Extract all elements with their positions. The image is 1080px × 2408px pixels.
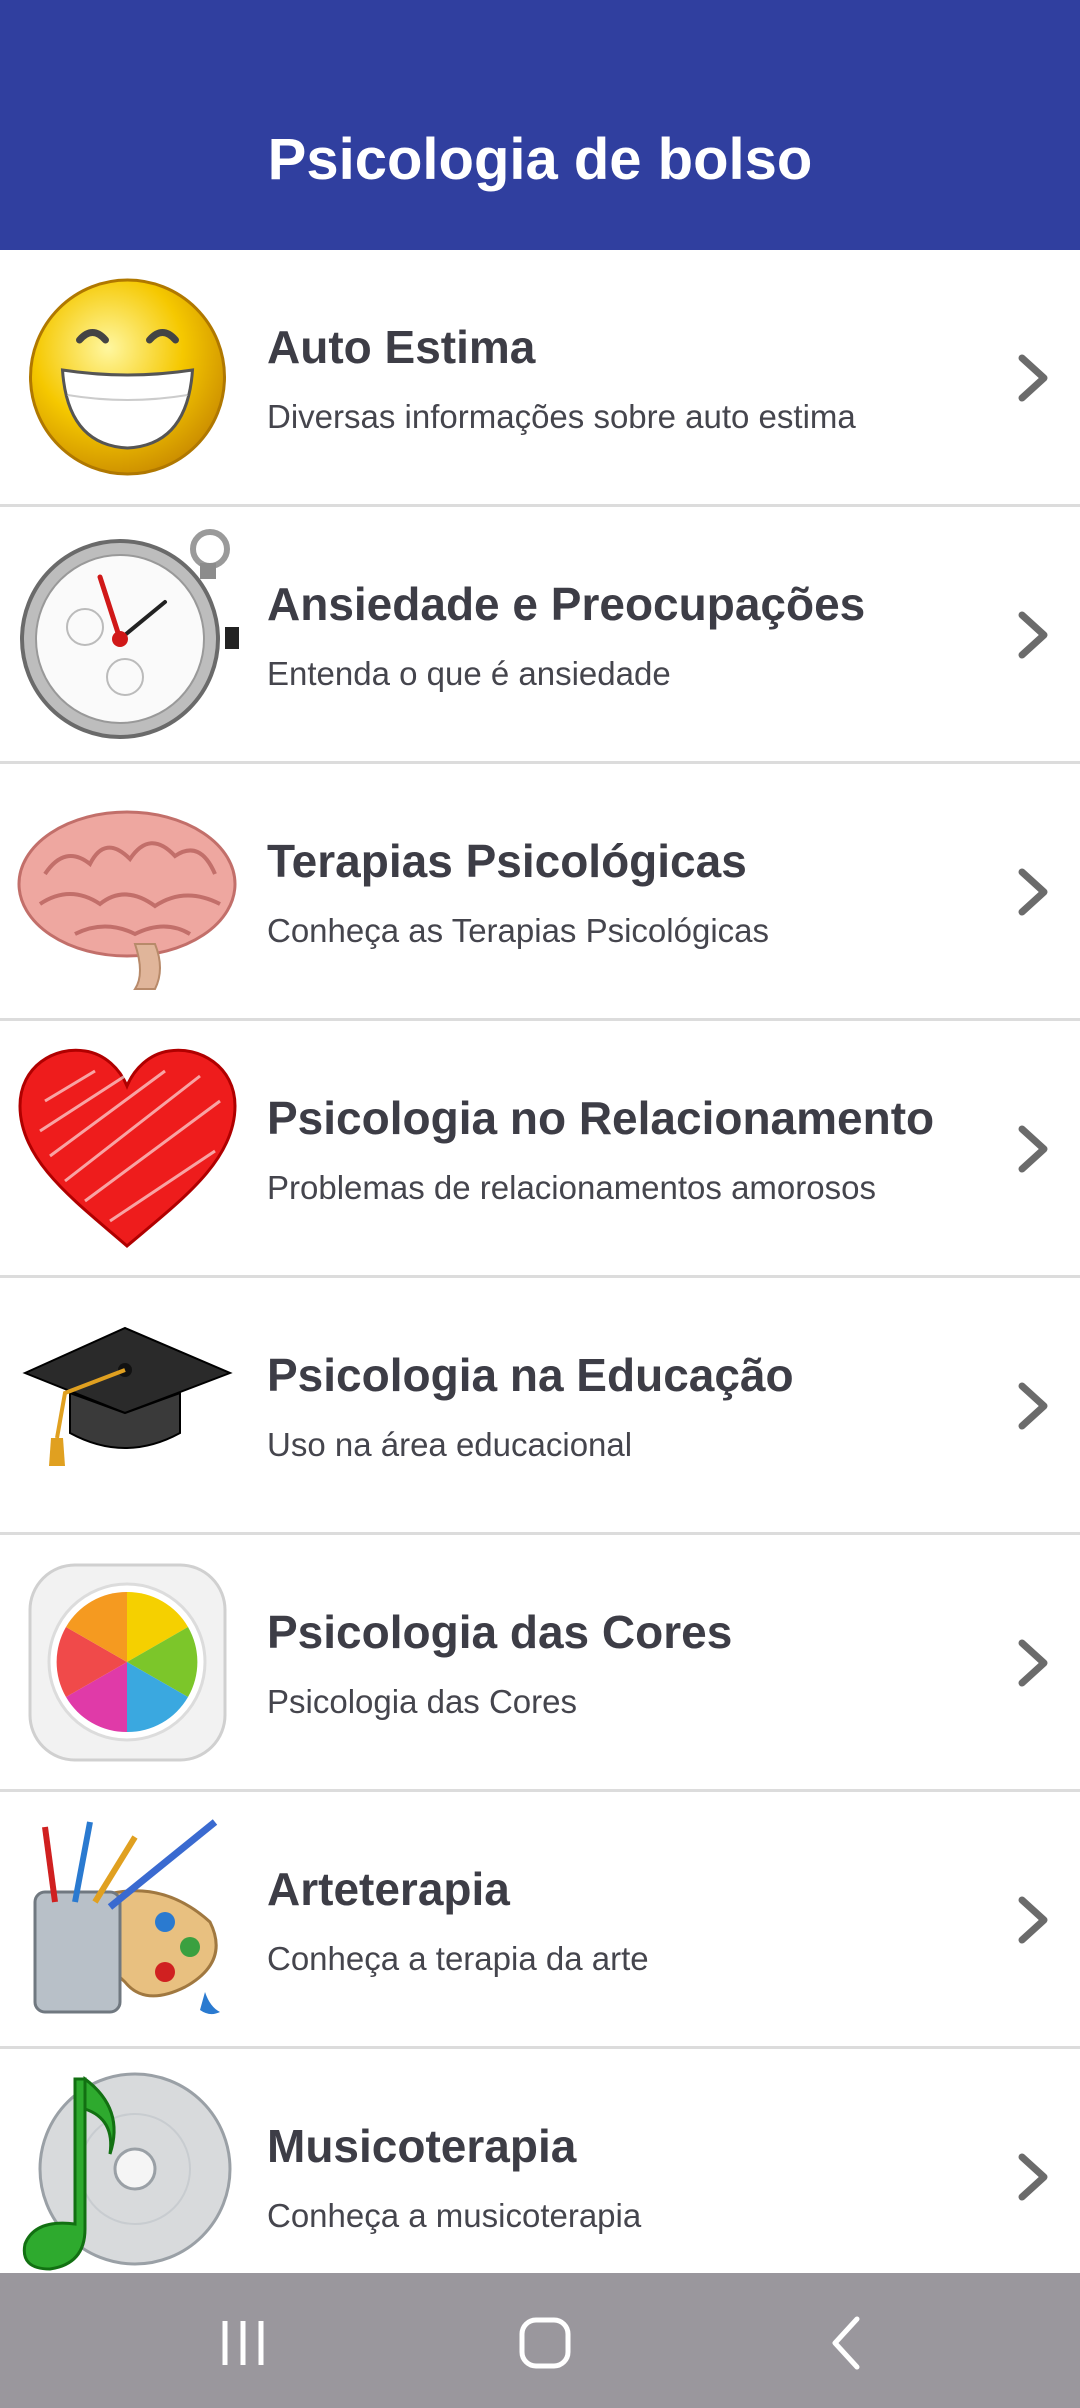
item-title: Terapias Psicológicas	[267, 835, 747, 887]
recent-apps-icon[interactable]	[203, 2303, 283, 2383]
chevron-right-icon	[1016, 1380, 1052, 1432]
chevron-right-icon	[1016, 866, 1052, 918]
item-title: Ansiedade e Preocupações	[267, 578, 866, 630]
chevron-right-icon	[1016, 1637, 1052, 1689]
item-subtitle: Psicologia das Cores	[267, 1683, 577, 1720]
item-subtitle: Conheça a terapia da arte	[267, 1940, 649, 1977]
music-disc-icon	[15, 2069, 240, 2284]
item-subtitle: Uso na área educacional	[267, 1426, 633, 1463]
color-wheel-icon	[15, 1555, 240, 1770]
item-subtitle: Diversas informações sobre auto estima	[267, 398, 856, 435]
graduation-cap-icon	[15, 1298, 240, 1513]
list-item-educacao[interactable]: Psicologia na Educação Uso na área educa…	[0, 1278, 1080, 1535]
smiley-icon	[15, 270, 240, 485]
list-item-auto-estima[interactable]: Auto Estima Diversas informações sobre a…	[0, 250, 1080, 507]
list-item-ansiedade[interactable]: Ansiedade e Preocupações Entenda o que é…	[0, 507, 1080, 764]
app-bar: Psicologia de bolso	[0, 0, 1080, 250]
chevron-right-icon	[1016, 1123, 1052, 1175]
item-subtitle: Conheça a musicoterapia	[267, 2197, 642, 2234]
item-title: Musicoterapia	[267, 2120, 577, 2172]
brain-icon	[15, 784, 240, 999]
chevron-right-icon	[1016, 2151, 1052, 2203]
stopwatch-icon	[15, 527, 240, 742]
item-title: Psicologia das Cores	[267, 1606, 733, 1658]
list-item-cores[interactable]: Psicologia das Cores Psicologia das Core…	[0, 1535, 1080, 1792]
home-icon[interactable]	[505, 2303, 585, 2383]
paint-palette-icon	[15, 1812, 240, 2027]
list-item-terapias[interactable]: Terapias Psicológicas Conheça as Terapia…	[0, 764, 1080, 1021]
item-title: Auto Estima	[267, 321, 536, 373]
item-title: Psicologia na Educação	[267, 1349, 794, 1401]
heart-icon	[15, 1041, 240, 1256]
topic-list: Auto Estima Diversas informações sobre a…	[0, 250, 1080, 2306]
system-nav-bar	[0, 2273, 1080, 2408]
chevron-right-icon	[1016, 1894, 1052, 1946]
chevron-right-icon	[1016, 352, 1052, 404]
item-title: Psicologia no Relacionamento	[267, 1092, 935, 1144]
list-item-relacionamento[interactable]: Psicologia no Relacionamento Problemas d…	[0, 1021, 1080, 1278]
app-title: Psicologia de bolso	[267, 127, 813, 192]
item-subtitle: Problemas de relacionamentos amorosos	[267, 1169, 876, 1206]
item-subtitle: Entenda o que é ansiedade	[267, 655, 671, 692]
chevron-right-icon	[1016, 609, 1052, 661]
list-item-musicoterapia[interactable]: Musicoterapia Conheça a musicoterapia	[0, 2049, 1080, 2306]
item-title: Arteterapia	[267, 1863, 510, 1915]
list-item-arteterapia[interactable]: Arteterapia Conheça a terapia da arte	[0, 1792, 1080, 2049]
back-icon[interactable]	[807, 2303, 887, 2383]
item-subtitle: Conheça as Terapias Psicológicas	[267, 912, 770, 949]
